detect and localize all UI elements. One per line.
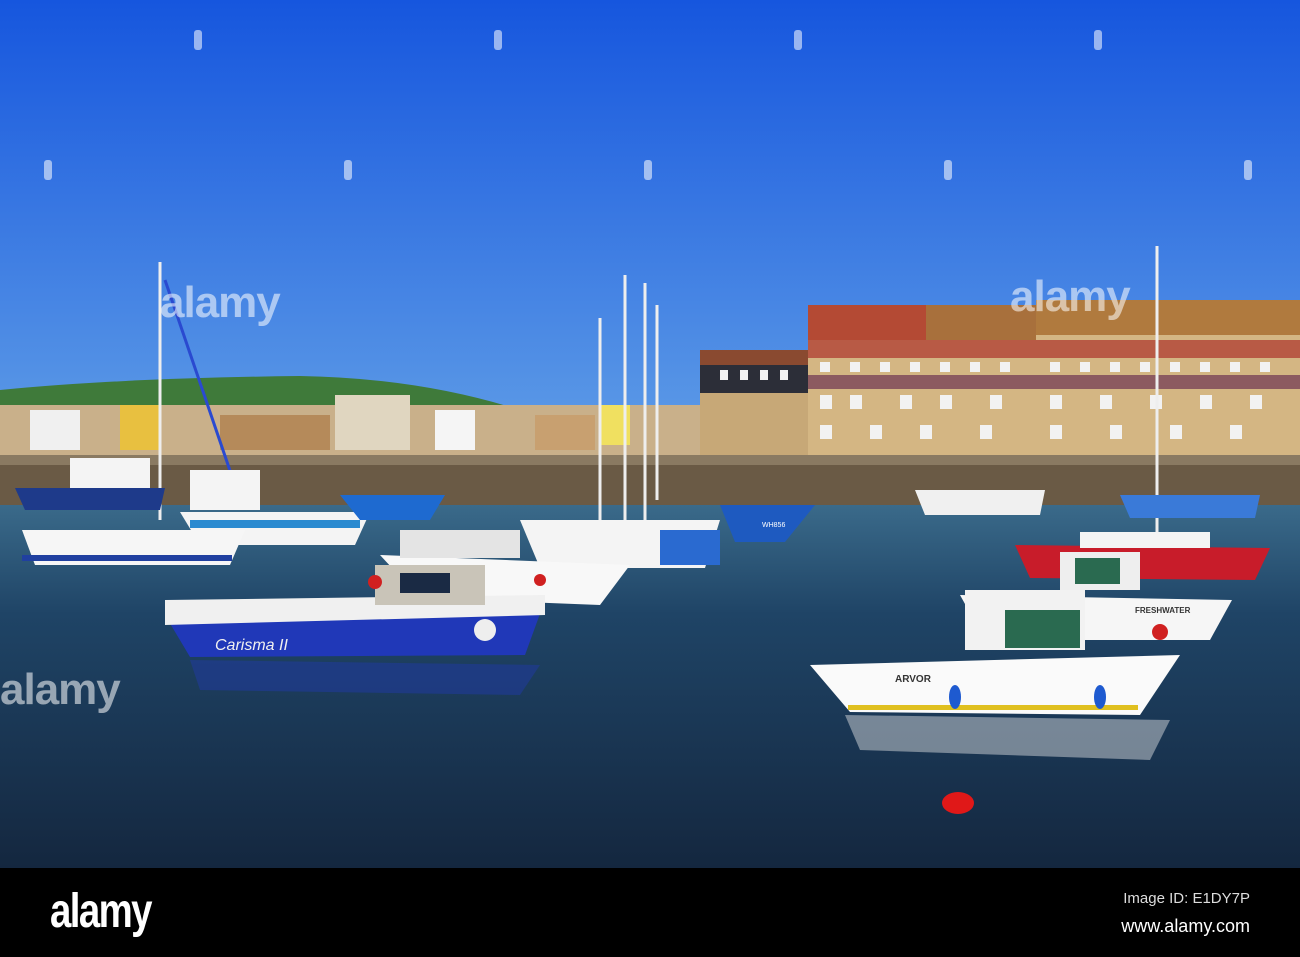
- harbour-photo: Carisma II FRESHWATER ARVOR WH856: [0, 0, 1300, 868]
- watermark: alamy: [0, 665, 121, 714]
- watermark-dot: [494, 30, 502, 50]
- boat-reg-wh856: WH856: [762, 522, 785, 529]
- watermark: alamy: [160, 278, 281, 327]
- photo-frame: Carisma II FRESHWATER ARVOR WH856 alamy …: [0, 0, 1300, 957]
- watermark-dot: [194, 30, 202, 50]
- watermark-dot: [1094, 30, 1102, 50]
- boat-name-carisma: Carisma II: [215, 637, 288, 654]
- red-mooring-buoy: [942, 792, 974, 814]
- website-link[interactable]: www.alamy.com: [1121, 916, 1250, 937]
- watermark-dot: [794, 30, 802, 50]
- alamy-logo[interactable]: alamy: [50, 884, 152, 939]
- carisma-reflection: [190, 660, 540, 695]
- boat-name-freshwater: FRESHWATER: [1135, 606, 1191, 615]
- boat-name-arvor: ARVOR: [895, 674, 932, 685]
- watermark-dot: [644, 160, 652, 180]
- watermark: alamy: [1010, 272, 1131, 321]
- watermark-dot: [344, 160, 352, 180]
- watermark-dot: [44, 160, 52, 180]
- footer-bar: alamy Image ID: E1DY7P www.alamy.com: [0, 868, 1300, 957]
- quay-road: [0, 455, 1300, 465]
- image-id: Image ID: E1DY7P: [1123, 890, 1250, 907]
- watermark-dot: [1244, 160, 1252, 180]
- watermark-dot: [944, 160, 952, 180]
